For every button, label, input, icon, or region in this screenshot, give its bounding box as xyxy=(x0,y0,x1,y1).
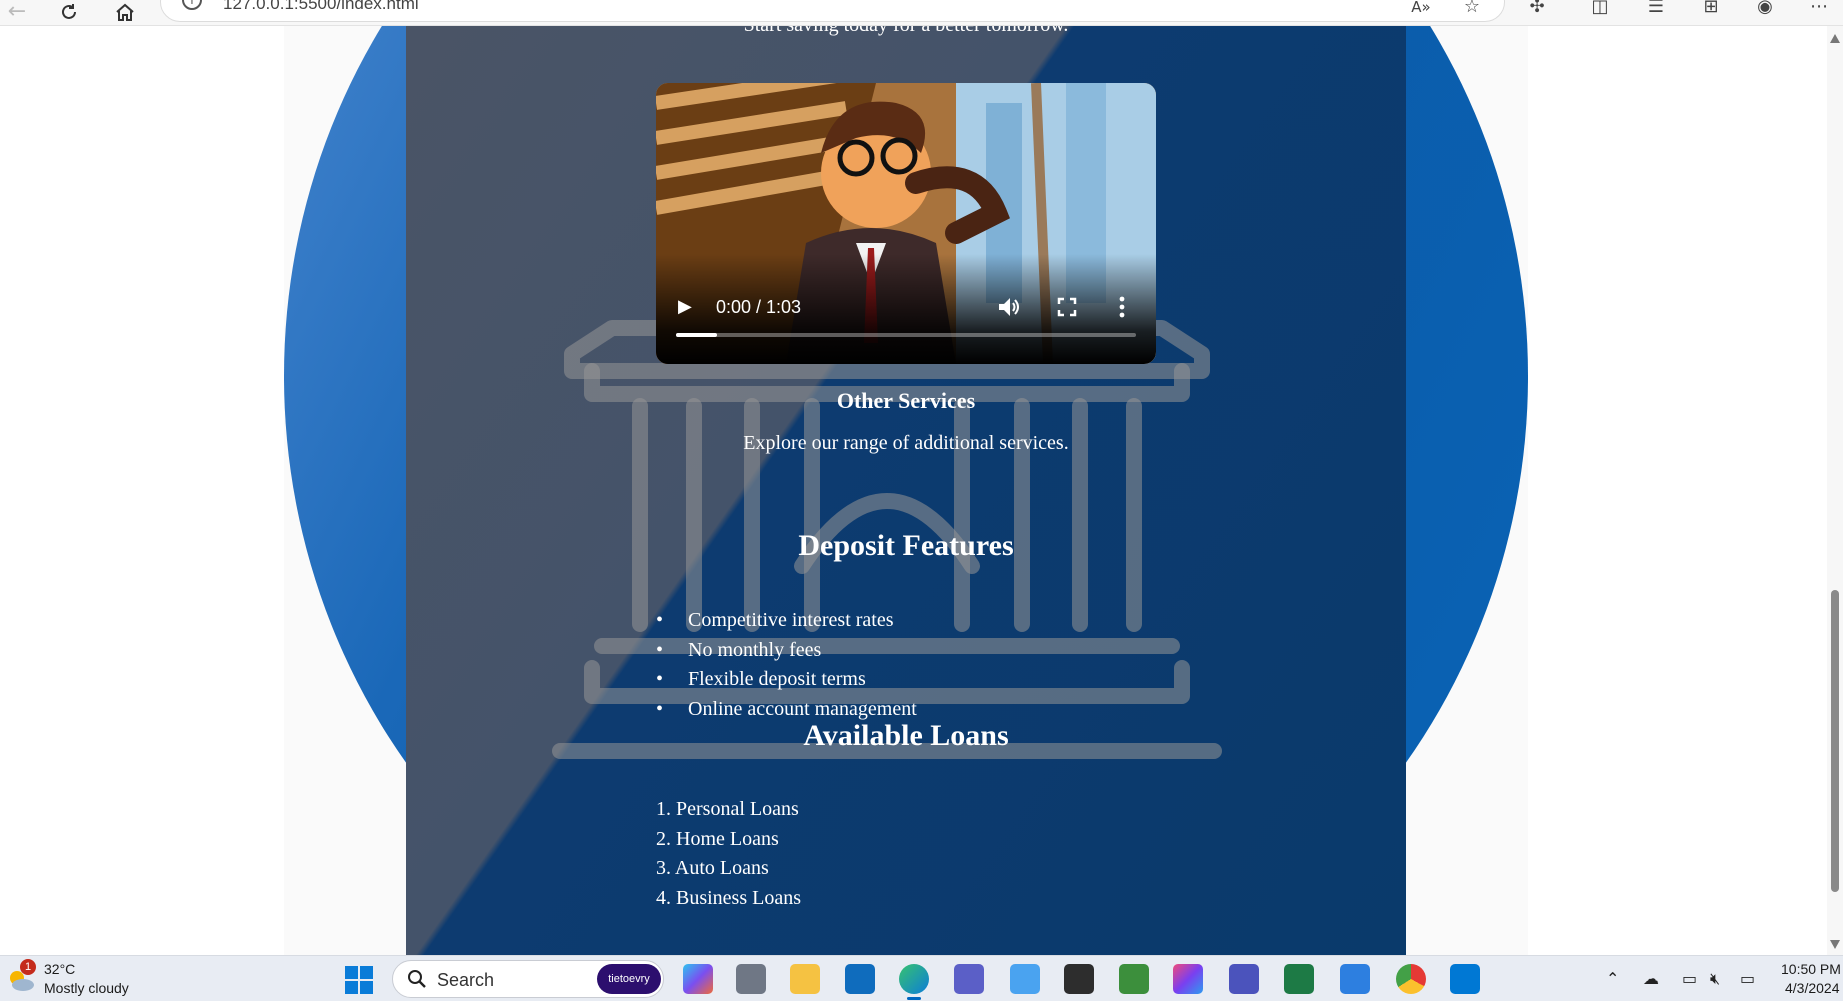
video-player[interactable]: ▶ 0:00 / 1:03 xyxy=(656,83,1156,364)
search-icon xyxy=(408,970,426,988)
scrollbar-thumb[interactable] xyxy=(1831,590,1839,892)
list-item: Competitive interest rates xyxy=(656,606,917,636)
vscode-app-icon[interactable] xyxy=(1450,964,1480,994)
jetbrains-app-icon[interactable] xyxy=(1173,964,1203,994)
teams-new-app-icon[interactable] xyxy=(1229,964,1259,994)
refresh-svg xyxy=(62,4,76,19)
weather-notification-badge: 1 xyxy=(20,959,36,975)
video-more-options-icon[interactable] xyxy=(1116,294,1128,320)
search-label: Search xyxy=(437,970,495,990)
weather-description[interactable]: Mostly cloudy xyxy=(44,980,129,996)
windows-start-icon[interactable] xyxy=(344,965,374,995)
list-item: Flexible deposit terms xyxy=(656,665,917,695)
profile-icon[interactable]: ◉ xyxy=(1752,0,1778,18)
chrome-app-icon[interactable] xyxy=(1396,964,1426,994)
list-item: No monthly fees xyxy=(656,636,917,666)
taskbar-search[interactable]: Search tietoevry xyxy=(392,960,664,998)
windows-taskbar: 1 32°C Mostly cloudy Search tietoevry ⌃ … xyxy=(0,955,1843,1001)
network-icon[interactable]: ▭ xyxy=(1682,968,1697,990)
copilot-app-icon[interactable] xyxy=(683,964,713,994)
list-item: 4. Business Loans xyxy=(656,886,801,909)
taskbar-clock-date[interactable]: 4/3/2024 xyxy=(1785,980,1840,996)
split-screen-icon[interactable]: ◫ xyxy=(1587,0,1613,18)
deposit-features-list: Competitive interest rates No monthly fe… xyxy=(656,606,917,724)
more-options-icon[interactable]: ⋯ xyxy=(1806,0,1832,18)
list-item: 3. Auto Loans xyxy=(656,857,769,879)
extensions-icon[interactable]: ✣ xyxy=(1524,0,1550,18)
page-scrollbar[interactable] xyxy=(1827,26,1843,955)
content-panel: Start saving today for a better tomorrow… xyxy=(406,26,1406,955)
outlook-app-icon[interactable] xyxy=(845,964,875,994)
media-app-icon[interactable] xyxy=(1119,964,1149,994)
terminal-app-icon[interactable] xyxy=(1064,964,1094,994)
browser-toolbar: ← i 127.0.0.1:5500/index.html A» ☆ ✣ ◫ ☰… xyxy=(0,0,1843,26)
video-progress-fill xyxy=(676,333,718,337)
excel-app-icon[interactable] xyxy=(1284,964,1314,994)
task-view-icon[interactable] xyxy=(736,964,766,994)
page-tagline: Start saving today for a better tomorrow… xyxy=(406,26,1406,37)
home-svg xyxy=(116,3,134,21)
show-hidden-icons-chevron-icon[interactable]: ⌃ xyxy=(1606,968,1619,990)
favorite-star-icon[interactable]: ☆ xyxy=(1459,0,1485,18)
video-progress-bar[interactable] xyxy=(676,333,1136,337)
teams-app-icon[interactable] xyxy=(954,964,984,994)
play-icon[interactable]: ▶ xyxy=(678,296,698,318)
video-time: 0:00 / 1:03 xyxy=(716,297,802,317)
photos-app-icon[interactable] xyxy=(1340,964,1370,994)
available-loans-list: 1. Personal Loans 2. Home Loans 3. Auto … xyxy=(656,795,801,913)
search-highlight-logo: tietoevry xyxy=(597,964,661,994)
other-services-title: Other Services xyxy=(836,388,976,413)
collections-icon[interactable]: ⊞ xyxy=(1698,0,1724,18)
read-aloud-icon[interactable]: A» xyxy=(1408,0,1434,18)
scroll-up-arrow-icon[interactable] xyxy=(1830,34,1840,43)
fullscreen-icon[interactable] xyxy=(1056,296,1078,318)
weather-temperature[interactable]: 32°C xyxy=(44,961,75,977)
file-explorer-icon[interactable] xyxy=(790,964,820,994)
back-arrow-icon[interactable]: ← xyxy=(2,0,32,24)
url-text[interactable]: 127.0.0.1:5500/index.html xyxy=(223,0,419,14)
deposit-features-title: Deposit Features xyxy=(798,529,1014,562)
available-loans-title: Available Loans xyxy=(803,719,1009,752)
refresh-icon[interactable] xyxy=(54,0,84,24)
taskbar-clock-time[interactable]: 10:50 PM xyxy=(1781,961,1841,977)
favorites-list-icon[interactable]: ☰ xyxy=(1643,0,1669,18)
onedrive-icon[interactable]: ☁ xyxy=(1643,968,1659,990)
notepad-app-icon[interactable] xyxy=(1010,964,1040,994)
volume-icon[interactable] xyxy=(996,294,1022,320)
battery-icon[interactable]: ▭ xyxy=(1740,968,1755,990)
scroll-down-arrow-icon[interactable] xyxy=(1830,940,1840,949)
volume-muted-icon[interactable]: 🔇︎ xyxy=(1710,968,1720,990)
list-item: 2. Home Loans xyxy=(656,827,779,850)
page-viewport: Start saving today for a better tomorrow… xyxy=(0,26,1827,955)
home-icon[interactable] xyxy=(110,0,140,24)
edge-browser-icon[interactable] xyxy=(899,964,929,1000)
other-services-description: Explore our range of additional services… xyxy=(743,432,1069,454)
list-item: 1. Personal Loans xyxy=(656,798,799,820)
